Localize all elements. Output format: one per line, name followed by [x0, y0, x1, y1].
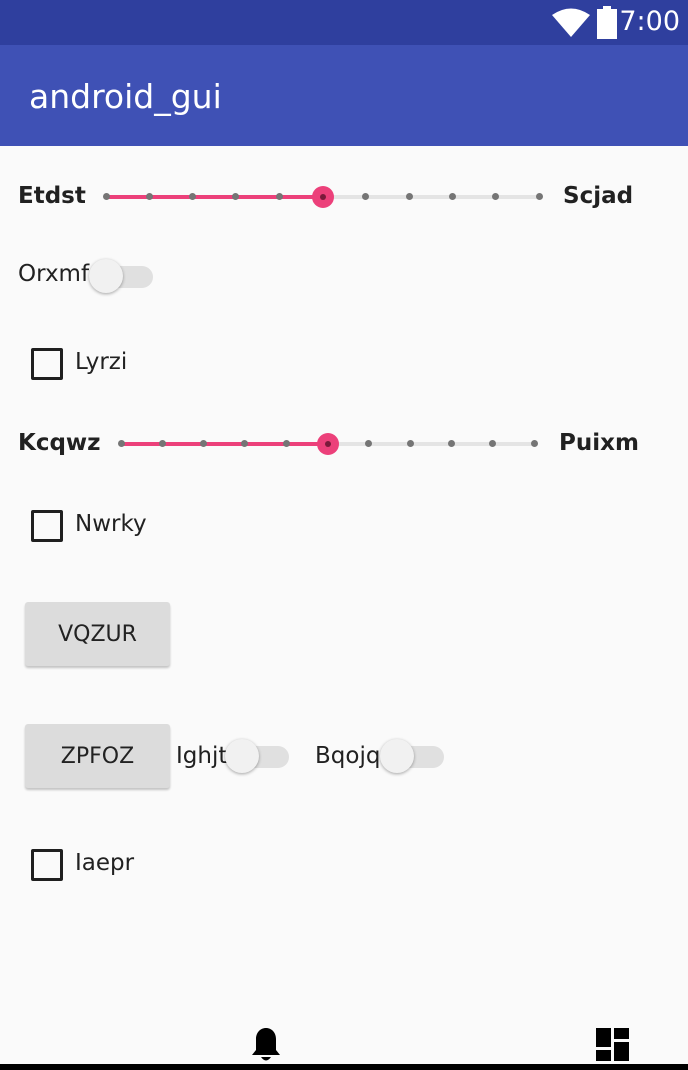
bottom-navigation — [0, 1000, 688, 1070]
slider-tick — [448, 193, 456, 200]
status-bar: 7:00 — [0, 0, 688, 45]
slider-tick — [447, 440, 455, 447]
bell-icon[interactable] — [250, 1026, 282, 1064]
checkbox-nwrky-label: Nwrky — [75, 511, 147, 537]
seekbar-kcqwz[interactable] — [115, 429, 540, 459]
switch-thumb — [89, 259, 123, 293]
app-bar: android_gui — [0, 45, 688, 146]
slider-tick — [282, 440, 290, 447]
app-title: android_gui — [29, 77, 222, 116]
slider1-left-label: Etdst — [18, 183, 86, 209]
dashboard-icon[interactable] — [596, 1028, 629, 1061]
switch-ighjt[interactable] — [225, 738, 289, 774]
switch-orxmf[interactable] — [89, 258, 153, 294]
switch-ighjt-label: Ighjt — [176, 743, 228, 769]
slider2-right-label: Puixm — [559, 430, 639, 456]
checkbox-lyrzi[interactable] — [31, 348, 63, 380]
slider-tick — [158, 440, 166, 447]
checkbox-iaepr[interactable] — [31, 849, 63, 881]
slider-tick — [405, 193, 413, 200]
wifi-icon — [552, 8, 590, 37]
slider-tick — [535, 193, 543, 200]
slider-tick — [102, 193, 110, 200]
slider-thumb[interactable] — [311, 186, 334, 208]
vqzur-button[interactable]: VQZUR — [25, 602, 170, 666]
checkbox-nwrky[interactable] — [31, 510, 63, 542]
switch-bqojq-label: Bqojq — [315, 743, 381, 769]
slider-tick — [530, 440, 538, 447]
switch-thumb — [380, 739, 414, 773]
battery-icon — [597, 6, 617, 39]
slider1-right-label: Scjad — [563, 183, 634, 209]
slider-tick — [275, 193, 283, 200]
zpfoz-button[interactable]: ZPFOZ — [25, 724, 170, 788]
seekbar-etdst[interactable] — [100, 182, 545, 212]
content-area: Etdst Scjad Orxmf Lyrzi Kcqwz Puixm Nwrk… — [0, 146, 688, 1036]
slider2-left-label: Kcqwz — [18, 430, 101, 456]
checkbox-iaepr-label: Iaepr — [75, 850, 135, 876]
slider-thumb[interactable] — [316, 433, 339, 455]
slider-fill — [121, 442, 328, 446]
status-time: 7:00 — [619, 6, 680, 37]
slider-tick — [145, 193, 153, 200]
switch-thumb — [225, 739, 259, 773]
slider-tick — [117, 440, 125, 447]
slider-tick — [406, 440, 414, 447]
slider-fill — [106, 195, 323, 199]
switch-orxmf-label: Orxmf — [18, 261, 90, 287]
switch-bqojq[interactable] — [380, 738, 444, 774]
navigation-bar-edge — [0, 1064, 688, 1070]
checkbox-lyrzi-label: Lyrzi — [75, 349, 128, 375]
